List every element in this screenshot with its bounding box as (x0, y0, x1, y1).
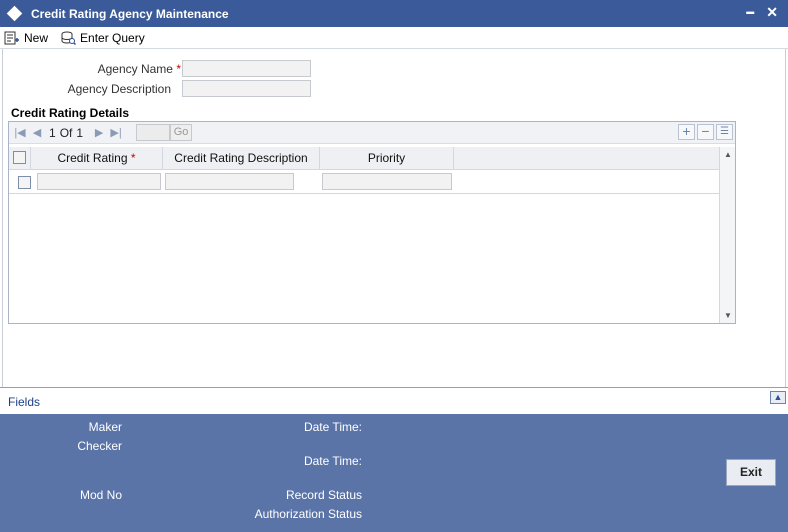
record-status-label: Record Status (285, 488, 362, 502)
scroll-down-icon[interactable]: ▼ (724, 311, 732, 320)
audit-footer: Maker Checker Mod No Date Time: Date Tim… (0, 414, 788, 532)
table-row (9, 170, 719, 194)
priority-input[interactable] (322, 173, 452, 190)
grid-header: Credit Rating * Credit Rating Descriptio… (9, 147, 719, 170)
authorization-status-label: Authorization Status (254, 507, 362, 521)
column-priority[interactable]: Priority (320, 147, 454, 169)
expand-up-icon[interactable]: ▲ (770, 391, 786, 404)
delete-row-icon[interactable]: − (697, 124, 714, 140)
previous-page-icon[interactable]: ◀ (31, 126, 43, 139)
agency-name-label-text: Agency Name (97, 62, 173, 76)
window-controls: ▬ ✕ (746, 4, 778, 21)
checker-label: Checker (77, 439, 122, 453)
toolbar: New Enter Query (0, 27, 788, 49)
grid-tools: + − ☰ (678, 124, 733, 140)
agency-name-label: Agency Name * (63, 62, 181, 76)
last-page-icon[interactable]: ▶| (110, 126, 122, 139)
page-current: 1 (49, 125, 56, 140)
credit-rating-input[interactable] (37, 173, 161, 190)
fields-bar: Fields ▲ (0, 387, 788, 414)
row-select-checkbox[interactable] (18, 176, 31, 189)
enter-query-label: Enter Query (80, 30, 145, 45)
grid-pager: |◀ ◀ 1 Of 1 ▶ ▶| Go + − ☰ (9, 122, 735, 144)
page-info: 1 Of 1 (49, 126, 83, 140)
agency-description-label: Agency Description (67, 82, 171, 96)
new-label: New (24, 30, 49, 45)
required-marker: * (176, 62, 181, 76)
column-credit-rating-description[interactable]: Credit Rating Description (163, 147, 320, 169)
next-page-icon[interactable]: ▶ (93, 126, 105, 139)
single-view-icon[interactable]: ☰ (716, 124, 733, 140)
close-button[interactable]: ✕ (766, 4, 778, 21)
column-credit-rating-label: Credit Rating (57, 151, 128, 165)
minimize-button[interactable]: ▬ (746, 4, 754, 21)
main-form-area: Agency Name * Agency Description Credit … (2, 49, 786, 387)
window-title: Credit Rating Agency Maintenance (31, 6, 229, 21)
scroll-up-icon[interactable]: ▲ (724, 150, 732, 159)
new-button[interactable]: New (4, 31, 48, 45)
window-titlebar: Credit Rating Agency Maintenance ▬ ✕ (0, 0, 788, 27)
header-select-cell (9, 147, 31, 169)
credit-rating-description-input[interactable] (165, 173, 294, 190)
checker-date-time-label: Date Time: (303, 454, 362, 468)
go-button[interactable]: Go (170, 124, 193, 141)
select-all-checkbox[interactable] (13, 151, 26, 164)
add-row-icon[interactable]: + (678, 124, 695, 140)
grid-vertical-scrollbar[interactable]: ▲ ▼ (719, 147, 735, 323)
fields-link[interactable]: Fields (8, 395, 40, 409)
query-database-icon (61, 31, 77, 45)
page-number-input[interactable] (136, 124, 171, 141)
required-marker: * (130, 151, 136, 165)
page-of-label: Of (59, 125, 73, 140)
maker-label: Maker (88, 420, 122, 434)
credit-rating-grid: |◀ ◀ 1 Of 1 ▶ ▶| Go + − ☰ Credit Rating (8, 121, 736, 324)
app-diamond-icon (6, 5, 23, 22)
agency-description-input[interactable] (182, 80, 311, 97)
first-page-icon[interactable]: |◀ (14, 126, 26, 139)
agency-name-input[interactable] (182, 60, 311, 77)
enter-query-button[interactable]: Enter Query (60, 31, 145, 45)
mod-no-label: Mod No (79, 488, 122, 502)
maker-date-time-label: Date Time: (303, 420, 362, 434)
column-credit-rating[interactable]: Credit Rating * (31, 147, 163, 169)
credit-rating-details-title: Credit Rating Details (11, 106, 130, 120)
exit-button[interactable]: Exit (726, 459, 776, 486)
page-total: 1 (76, 125, 84, 140)
new-document-icon (4, 31, 19, 44)
